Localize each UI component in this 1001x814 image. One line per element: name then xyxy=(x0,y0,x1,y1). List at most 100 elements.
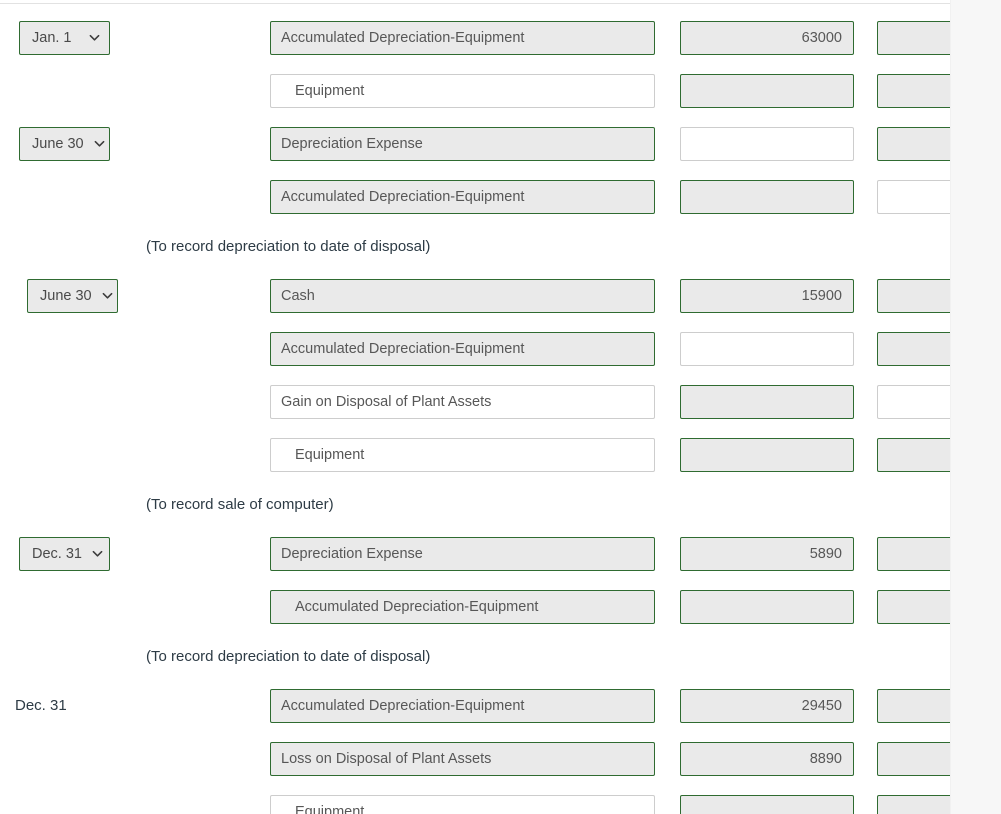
credit-amount-input[interactable]: 38340 xyxy=(877,794,950,814)
debit-amount-value: 63000 xyxy=(801,29,842,46)
debit-cell xyxy=(655,580,854,633)
date-cell xyxy=(0,375,118,428)
credit-amount-input[interactable] xyxy=(877,126,950,161)
debit-cell xyxy=(655,170,854,223)
debit-cell: 5890 xyxy=(655,527,854,580)
chevron-down-icon xyxy=(94,140,105,147)
credit-cell: 38340 xyxy=(854,785,950,814)
journal-entry-row: Equipment 39000 xyxy=(0,428,950,481)
account-cell: Depreciation Expense xyxy=(118,527,655,580)
credit-amount-input[interactable]: 63000 xyxy=(877,73,950,108)
journal-entry-row: June 30 Depreciation Expense xyxy=(0,117,950,170)
date-select-value: June 30 xyxy=(32,135,84,152)
account-title-input[interactable]: Accumulated Depreciation-Equipment xyxy=(270,20,655,55)
debit-cell xyxy=(655,428,854,481)
credit-amount-input[interactable] xyxy=(877,179,950,214)
entry-explanation-cell: (To record depreciation to date of dispo… xyxy=(0,633,950,679)
date-cell: Dec. 31 xyxy=(0,679,118,732)
journal-entry-row: Loss on Disposal of Plant Assets 8890 xyxy=(0,732,950,785)
debit-amount-input[interactable] xyxy=(680,126,854,161)
debit-amount-input[interactable] xyxy=(680,384,854,419)
chevron-down-icon xyxy=(102,292,113,299)
credit-cell: 63000 xyxy=(854,64,950,117)
account-title-input[interactable]: Cash xyxy=(270,278,655,313)
credit-amount-input[interactable] xyxy=(877,688,950,723)
date-select-value: Jan. 1 xyxy=(32,29,72,46)
date-cell: Dec. 31 xyxy=(0,527,118,580)
account-title-value: Accumulated Depreciation-Equipment xyxy=(281,188,525,205)
account-cell: Accumulated Depreciation-Equipment xyxy=(118,679,655,732)
credit-amount-input[interactable] xyxy=(877,536,950,571)
account-title-value: Accumulated Depreciation-Equipment xyxy=(281,340,525,357)
debit-amount-input[interactable] xyxy=(680,437,854,472)
debit-amount-input[interactable]: 15900 xyxy=(680,278,854,313)
date-select[interactable]: Dec. 31 xyxy=(19,536,110,571)
account-title-input[interactable]: Accumulated Depreciation-Equipment xyxy=(270,179,655,214)
credit-cell xyxy=(854,117,950,170)
credit-cell: 5890 xyxy=(854,580,950,633)
credit-amount-input[interactable] xyxy=(877,384,950,419)
date-select-value: Dec. 31 xyxy=(32,545,82,562)
credit-amount-input[interactable] xyxy=(877,278,950,313)
chevron-down-icon xyxy=(92,550,103,557)
account-cell: Accumulated Depreciation-Equipment xyxy=(118,170,655,223)
debit-amount-value: 29450 xyxy=(801,697,842,714)
date-cell xyxy=(0,785,118,814)
credit-cell xyxy=(854,527,950,580)
credit-amount-input[interactable]: 5890 xyxy=(877,589,950,624)
entry-explanation-text: (To record depreciation to date of dispo… xyxy=(146,647,431,665)
account-title-input[interactable]: Gain on Disposal of Plant Assets xyxy=(270,384,655,419)
debit-cell: 15900 xyxy=(655,269,854,322)
credit-cell xyxy=(854,322,950,375)
debit-cell: 63000 xyxy=(655,11,854,64)
debit-amount-input[interactable]: 63000 xyxy=(680,20,854,55)
account-title-input[interactable]: Accumulated Depreciation-Equipment xyxy=(270,688,655,723)
credit-amount-input[interactable] xyxy=(877,331,950,366)
debit-amount-input[interactable]: 29450 xyxy=(680,688,854,723)
debit-amount-value: 15900 xyxy=(801,287,842,304)
account-title-input[interactable]: Accumulated Depreciation-Equipment xyxy=(270,331,655,366)
date-select[interactable]: June 30 xyxy=(27,278,118,313)
debit-amount-input[interactable] xyxy=(680,589,854,624)
debit-amount-value: 5890 xyxy=(809,545,842,562)
debit-amount-input[interactable] xyxy=(680,331,854,366)
debit-amount-input[interactable]: 8890 xyxy=(680,741,854,776)
account-title-value: Accumulated Depreciation-Equipment xyxy=(281,697,525,714)
date-cell xyxy=(0,322,118,375)
account-title-value: Loss on Disposal of Plant Assets xyxy=(281,750,492,767)
journal-entry-row: Dec. 31 Depreciation Expense 5890 xyxy=(0,527,950,580)
entry-explanation-cell: (To record sale of computer) xyxy=(0,481,950,527)
account-title-input[interactable]: Depreciation Expense xyxy=(270,126,655,161)
credit-cell xyxy=(854,732,950,785)
date-select[interactable]: June 30 xyxy=(19,126,110,161)
journal-entry-table: Jan. 1 Accumulated Depreciation-Equipment… xyxy=(0,11,950,814)
date-cell xyxy=(0,732,118,785)
account-title-value: Equipment xyxy=(295,82,365,99)
date-cell xyxy=(0,580,118,633)
account-title-input[interactable]: Loss on Disposal of Plant Assets xyxy=(270,741,655,776)
credit-cell xyxy=(854,679,950,732)
credit-amount-input[interactable]: 39000 xyxy=(877,437,950,472)
account-title-input[interactable]: Equipment xyxy=(270,437,655,472)
account-title-value: Gain on Disposal of Plant Assets xyxy=(281,393,492,410)
account-title-input[interactable]: Equipment xyxy=(270,73,655,108)
page-background-strip xyxy=(950,0,1001,814)
account-title-input[interactable]: Accumulated Depreciation-Equipment xyxy=(270,589,655,624)
debit-cell xyxy=(655,64,854,117)
credit-amount-input[interactable] xyxy=(877,741,950,776)
entry-explanation-text: (To record sale of computer) xyxy=(146,495,334,513)
date-cell: June 30 xyxy=(0,117,118,170)
journal-entry-row: Equipment 38340 xyxy=(0,785,950,814)
account-title-input[interactable]: Depreciation Expense xyxy=(270,536,655,571)
debit-amount-input[interactable]: 5890 xyxy=(680,536,854,571)
account-title-input[interactable]: Equipment xyxy=(270,794,655,814)
debit-amount-input[interactable] xyxy=(680,179,854,214)
credit-amount-input[interactable] xyxy=(877,20,950,55)
date-select[interactable]: Jan. 1 xyxy=(19,20,110,55)
account-title-value: Cash xyxy=(281,287,315,304)
credit-cell xyxy=(854,170,950,223)
debit-amount-input[interactable] xyxy=(680,794,854,814)
debit-amount-input[interactable] xyxy=(680,73,854,108)
account-title-value: Depreciation Expense xyxy=(281,135,423,152)
entry-explanation-row: (To record depreciation to date of dispo… xyxy=(0,223,950,269)
